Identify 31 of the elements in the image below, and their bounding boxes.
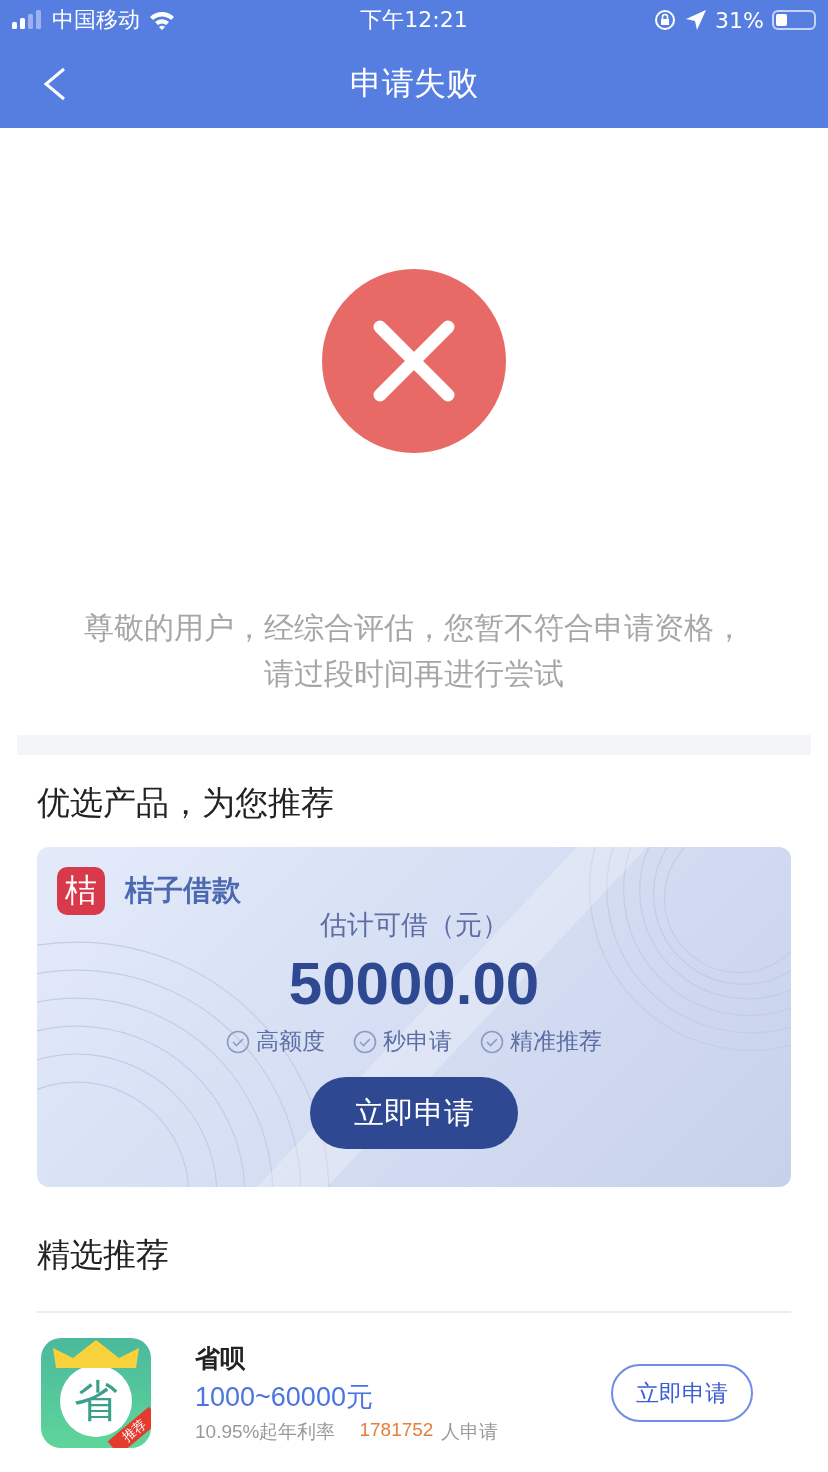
interest-rate: 10.95%起年利率 (195, 1419, 336, 1444)
apply-button[interactable]: 立即申请 (611, 1364, 753, 1422)
applicant-count: 1781752 (359, 1418, 434, 1442)
status-time: 下午12:21 (360, 6, 468, 34)
carrier-name: 中国移动 (52, 6, 140, 34)
wifi-icon (148, 10, 176, 30)
feature-label: 高额度 (256, 1027, 325, 1056)
check-circle-icon (353, 1029, 377, 1054)
page-title: 申请失败 (350, 63, 478, 104)
battery-percent: 31% (715, 7, 764, 33)
loan-amount: 50000.00 (288, 949, 540, 1018)
back-icon[interactable] (42, 67, 68, 101)
signal-icon (12, 10, 44, 30)
amount-label: 估计可借（元） (319, 908, 509, 942)
battery-icon (772, 10, 816, 30)
app-logo: 省 推荐 (41, 1338, 151, 1448)
check-circle-icon (226, 1029, 250, 1054)
location-arrow-icon (685, 9, 708, 31)
section-heading: 优选产品，为您推荐 (36, 782, 335, 824)
feature-label: 精准推荐 (510, 1027, 602, 1056)
app-logo: 桔 (57, 867, 105, 915)
check-circle-icon (480, 1029, 504, 1054)
result-message: 尊敬的用户，经综合评估，您暂不符合申请资格， 请过段时间再进行尝试 (84, 609, 744, 693)
applicant-label: 人申请 (441, 1419, 499, 1444)
loan-range: 1000~60000元 (195, 1380, 374, 1414)
product-name: 桔子借款 (125, 872, 241, 909)
section-heading: 精选推荐 (36, 1234, 170, 1276)
product-name: 省呗 (195, 1342, 246, 1375)
feature-label: 秒申请 (383, 1027, 452, 1056)
apply-button[interactable]: 立即申请 (310, 1077, 518, 1149)
rotation-lock-icon (653, 8, 678, 32)
